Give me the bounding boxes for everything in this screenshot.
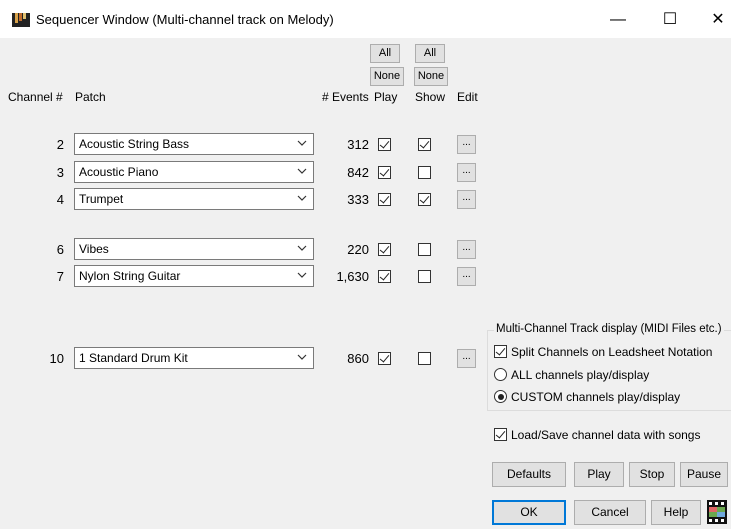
patch-dropdown[interactable]: Trumpet (74, 188, 314, 210)
channel-number: 3 (56, 165, 64, 180)
patch-dropdown[interactable]: Acoustic String Bass (74, 133, 314, 155)
help-button[interactable]: Help (651, 500, 701, 525)
channel-number: 7 (56, 269, 64, 284)
play-checkbox[interactable] (378, 243, 391, 256)
channel-number: 10 (49, 351, 64, 366)
channel-number: 4 (56, 192, 64, 207)
play-column-header: Play (374, 90, 398, 104)
show-checkbox[interactable] (418, 193, 431, 206)
edit-button[interactable]: ... (457, 267, 476, 286)
patch-value: 1 Standard Drum Kit (79, 351, 188, 365)
load-save-label[interactable]: Load/Save channel data with songs (511, 428, 700, 442)
edit-button[interactable]: ... (457, 240, 476, 259)
patch-column-header: Patch (75, 90, 106, 104)
all-channels-label[interactable]: ALL channels play/display (511, 368, 649, 382)
edit-column-header: Edit (457, 90, 478, 104)
chevron-down-icon (297, 354, 307, 360)
ok-button[interactable]: OK (492, 500, 566, 525)
patch-value: Trumpet (79, 192, 124, 206)
channel-number: 6 (56, 242, 64, 257)
edit-button[interactable]: ... (457, 349, 476, 368)
display-options-legend: Multi-Channel Track display (MIDI Files … (494, 323, 724, 335)
patch-dropdown[interactable]: Nylon String Guitar (74, 265, 314, 287)
chevron-down-icon (297, 272, 307, 278)
title-bar[interactable]: Sequencer Window (Multi-channel track on… (0, 0, 731, 38)
play-checkbox[interactable] (378, 166, 391, 179)
stop-button[interactable]: Stop (629, 462, 675, 487)
patch-value: Nylon String Guitar (79, 269, 181, 283)
event-count: 220 (347, 242, 369, 257)
custom-channels-label[interactable]: CUSTOM channels play/display (511, 390, 680, 404)
event-count: 1,630 (336, 269, 369, 284)
patch-dropdown[interactable]: Vibes (74, 238, 314, 260)
pause-button[interactable]: Pause (680, 462, 728, 487)
play-checkbox[interactable] (378, 352, 391, 365)
show-none-button[interactable]: None (414, 67, 448, 86)
window-title: Sequencer Window (Multi-channel track on… (36, 12, 334, 27)
event-count: 860 (347, 351, 369, 366)
minimize-button[interactable]: — (596, 6, 640, 34)
all-channels-radio[interactable] (494, 368, 507, 381)
play-checkbox[interactable] (378, 193, 391, 206)
events-column-header: # Events (322, 90, 369, 104)
patch-value: Acoustic Piano (79, 165, 159, 179)
play-checkbox[interactable] (378, 270, 391, 283)
load-save-checkbox[interactable] (494, 428, 507, 441)
show-column-header: Show (415, 90, 446, 104)
patch-value: Vibes (79, 242, 109, 256)
defaults-button[interactable]: Defaults (492, 462, 566, 487)
show-checkbox[interactable] (418, 352, 431, 365)
custom-channels-radio[interactable] (494, 390, 507, 403)
edit-button[interactable]: ... (457, 163, 476, 182)
close-button[interactable]: ✕ (696, 6, 731, 34)
film-clapper-icon[interactable] (706, 499, 728, 525)
app-icon (12, 13, 30, 27)
event-count: 333 (347, 192, 369, 207)
play-button[interactable]: Play (574, 462, 624, 487)
channel-number: 2 (56, 137, 64, 152)
show-checkbox[interactable] (418, 166, 431, 179)
show-all-button[interactable]: All (415, 44, 445, 63)
edit-button[interactable]: ... (457, 135, 476, 154)
chevron-down-icon (297, 195, 307, 201)
patch-value: Acoustic String Bass (79, 137, 190, 151)
chevron-down-icon (297, 168, 307, 174)
edit-button[interactable]: ... (457, 190, 476, 209)
maximize-button[interactable]: ☐ (648, 6, 692, 34)
split-channels-label[interactable]: Split Channels on Leadsheet Notation (511, 345, 712, 359)
show-checkbox[interactable] (418, 270, 431, 283)
chevron-down-icon (297, 245, 307, 251)
patch-dropdown[interactable]: 1 Standard Drum Kit (74, 347, 314, 369)
event-count: 312 (347, 137, 369, 152)
play-none-button[interactable]: None (370, 67, 404, 86)
show-checkbox[interactable] (418, 138, 431, 151)
patch-dropdown[interactable]: Acoustic Piano (74, 161, 314, 183)
event-count: 842 (347, 165, 369, 180)
chevron-down-icon (297, 140, 307, 146)
show-checkbox[interactable] (418, 243, 431, 256)
play-checkbox[interactable] (378, 138, 391, 151)
play-all-button[interactable]: All (370, 44, 400, 63)
channel-column-header: Channel # (8, 90, 63, 104)
sequencer-window: Sequencer Window (Multi-channel track on… (0, 0, 731, 529)
cancel-button[interactable]: Cancel (574, 500, 646, 525)
split-channels-checkbox[interactable] (494, 345, 507, 358)
